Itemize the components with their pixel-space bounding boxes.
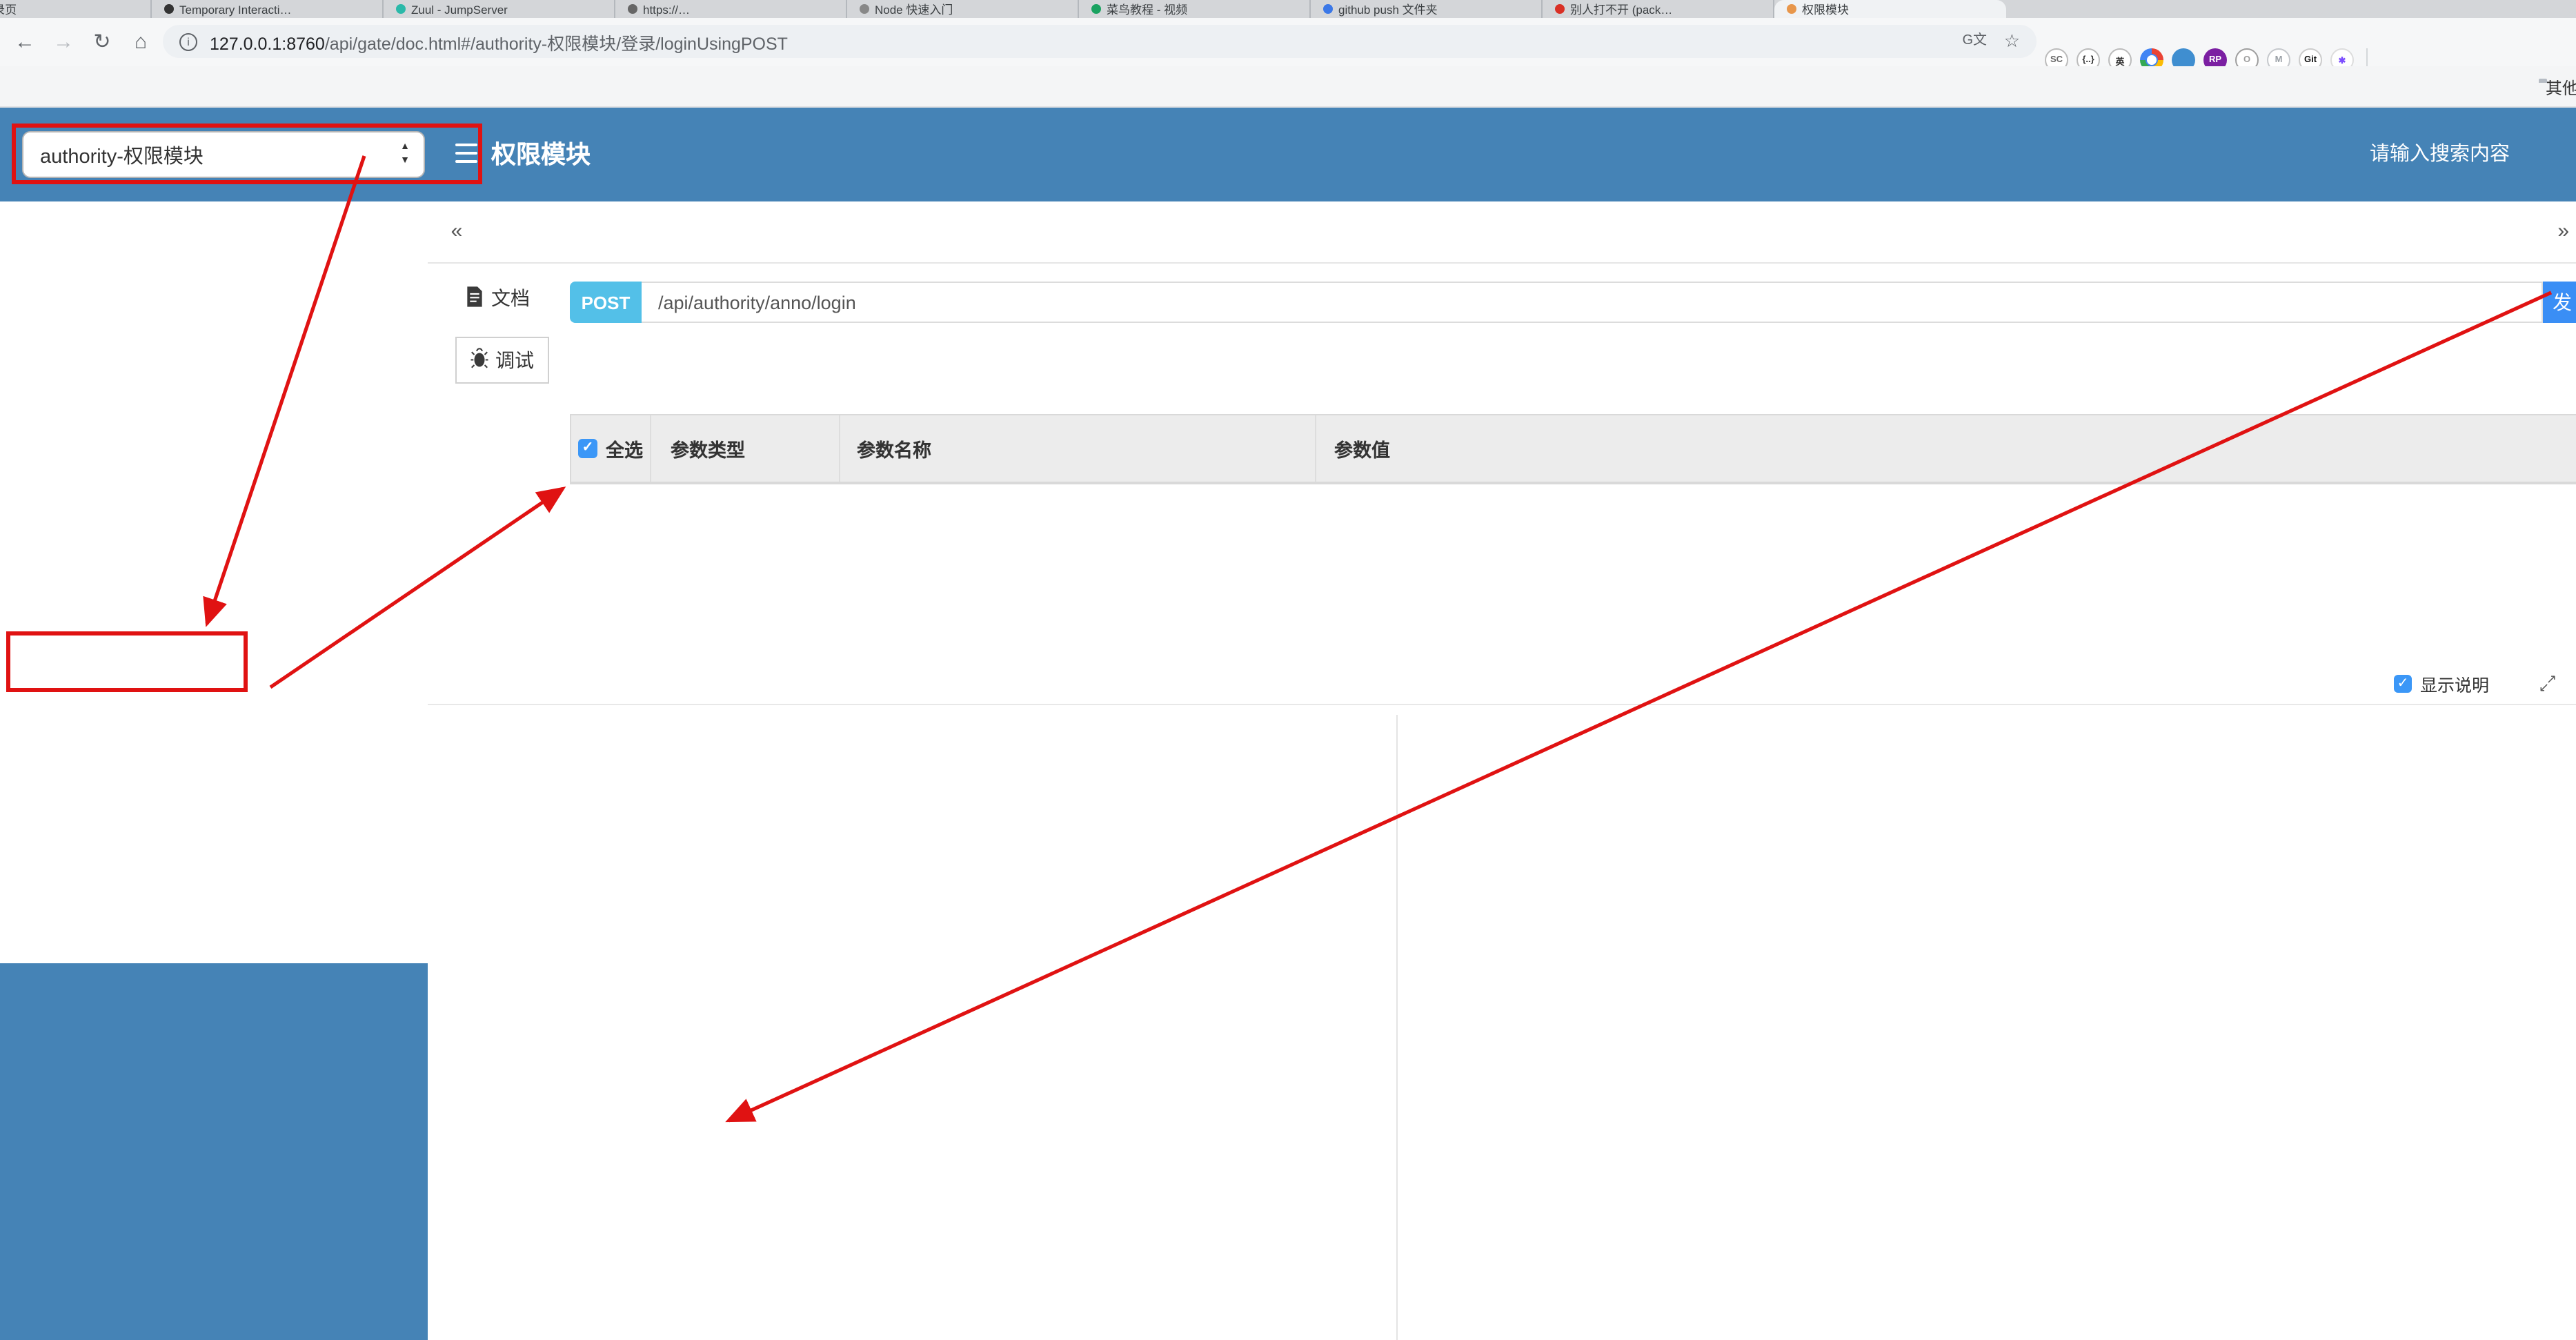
tab-doc[interactable]: 文档 <box>465 284 530 312</box>
tab-title: 权限模块 <box>1802 2 1850 16</box>
debug-tab-label: 调试 <box>495 349 534 371</box>
tab-favicon <box>1323 4 1333 14</box>
tab-title: https://… <box>643 2 691 16</box>
url-text: 127.0.0.1:8760/api/gate/doc.html#/author… <box>210 34 788 53</box>
tab-title: github push 文件夹 <box>1338 2 1438 16</box>
module-select-value: authority-权限模块 <box>40 146 204 168</box>
collapse-sidebar-icon[interactable]: « <box>428 201 486 262</box>
col-param-type: 参数类型 <box>651 415 840 482</box>
browser-tab[interactable]: 别人打不开 (pack… <box>1543 0 1774 18</box>
show-desc-checkbox[interactable]: ✓ <box>2393 675 2412 693</box>
fullscreen-icon[interactable]: ↗ ↙ <box>2539 673 2557 693</box>
chrome-center <box>2146 54 2158 66</box>
translate-page-icon[interactable]: G文 <box>1962 25 1987 58</box>
browser-tab[interactable]: 权限模块 <box>1774 0 2006 18</box>
site-info-icon[interactable]: i <box>179 32 197 50</box>
browser-tab[interactable]: 首页 - 登录页 <box>0 0 152 18</box>
params-table: ✓ 全选 参数类型 参数名称 参数值 <box>570 414 2576 484</box>
browser-toolbar: ← → ↻ ⌂ i 127.0.0.1:8760/api/gate/doc.ht… <box>0 18 2576 72</box>
tab-title: Temporary Interacti… <box>179 2 292 16</box>
module-select[interactable]: authority-权限模块 ▲ ▼ <box>22 131 425 178</box>
select-all-label: 全选 <box>606 440 643 461</box>
browser-tab[interactable]: Temporary Interacti… <box>152 0 384 18</box>
method-badge: POST <box>570 282 642 323</box>
tab-title: Node 快速入门 <box>875 2 953 16</box>
tab-title: 首页 - 登录页 <box>0 2 17 16</box>
tab-overflow-icon[interactable]: » <box>2557 201 2569 262</box>
show-desc-label: 显示说明 <box>2419 676 2489 696</box>
browser-tab-strip: 首页 - 登录页 Temporary Interacti… Zuul - JumpS… <box>0 0 2576 18</box>
bookmark-star-icon[interactable]: ☆ <box>2004 25 2020 58</box>
tab-favicon <box>396 4 406 14</box>
home-icon[interactable]: ⌂ <box>124 18 157 66</box>
back-icon[interactable]: ← <box>8 18 41 66</box>
red-arrow-select-to-post <box>203 155 366 627</box>
doc-tab-label: 文档 <box>491 287 530 309</box>
tab-favicon <box>628 4 637 14</box>
select-arrows-icon: ▲ ▼ <box>400 142 410 166</box>
tab-favicon <box>1091 4 1101 14</box>
tab-title: 菜鸟教程 - 视频 <box>1107 2 1188 16</box>
response-status: ✓ 显示说明 ↗ ↙ <box>2393 664 2557 704</box>
page-title: 权限模块 <box>491 141 591 168</box>
url-bar[interactable]: i 127.0.0.1:8760/api/gate/doc.html#/auth… <box>163 25 2037 58</box>
hamburger-icon[interactable] <box>455 144 477 147</box>
red-box-post-login <box>6 631 248 692</box>
endpoint-url-input[interactable]: /api/authority/anno/login <box>642 282 2543 323</box>
params-header-row: ✓ 全选 参数类型 参数名称 参数值 <box>571 415 2576 483</box>
bookmarks-bar <box>0 66 2576 108</box>
doc-icon <box>465 285 484 311</box>
tab-favicon <box>1787 4 1796 14</box>
browser-tab[interactable]: Zuul - JumpServer <box>384 0 615 18</box>
show-desc-toggle[interactable]: ✓ 显示说明 <box>2393 671 2489 697</box>
debug-icon <box>470 348 488 373</box>
tab-title: Zuul - JumpServer <box>411 2 508 16</box>
annotation-separator <box>1396 715 1398 1340</box>
response-divider <box>428 704 2576 705</box>
browser-tab[interactable]: Node 快速入门 <box>847 0 1079 18</box>
hamburger-icon-bar[interactable] <box>455 160 477 164</box>
tab-debug[interactable]: 调试 <box>455 337 549 384</box>
col-param-value: 参数值 <box>1334 440 1390 461</box>
tab-favicon <box>164 4 174 14</box>
col-param-name: 参数名称 <box>840 415 1316 482</box>
browser-tab[interactable]: https://… <box>615 0 847 18</box>
tab-favicon <box>1555 4 1565 14</box>
select-all-checkbox[interactable]: ✓ <box>578 439 597 458</box>
browser-tab[interactable]: 菜鸟教程 - 视频 <box>1079 0 1311 18</box>
header-search-input[interactable]: 请输入搜索内容 <box>2370 108 2510 201</box>
red-arrow-post-to-table <box>269 486 566 689</box>
response-body-editor[interactable] <box>570 709 2576 1340</box>
other-bookmarks[interactable]: 其他书签 <box>2539 66 2576 108</box>
content-tab-bar: « <box>428 201 2576 264</box>
browser-tab[interactable]: github push 文件夹 <box>1311 0 1543 18</box>
tab-title: 别人打不开 (pack… <box>1570 2 1673 16</box>
screen: 首页 - 登录页 Temporary Interacti… Zuul - JumpS… <box>0 0 2576 1340</box>
other-bookmarks-label: 其他书签 <box>2546 78 2576 97</box>
send-button[interactable]: 发 <box>2543 282 2576 323</box>
reload-icon[interactable]: ↻ <box>86 18 119 66</box>
forward-icon[interactable]: → <box>47 18 80 66</box>
tab-favicon <box>860 4 869 14</box>
hamburger-icon-bar[interactable] <box>455 152 477 155</box>
sidebar-fill <box>0 963 428 1340</box>
